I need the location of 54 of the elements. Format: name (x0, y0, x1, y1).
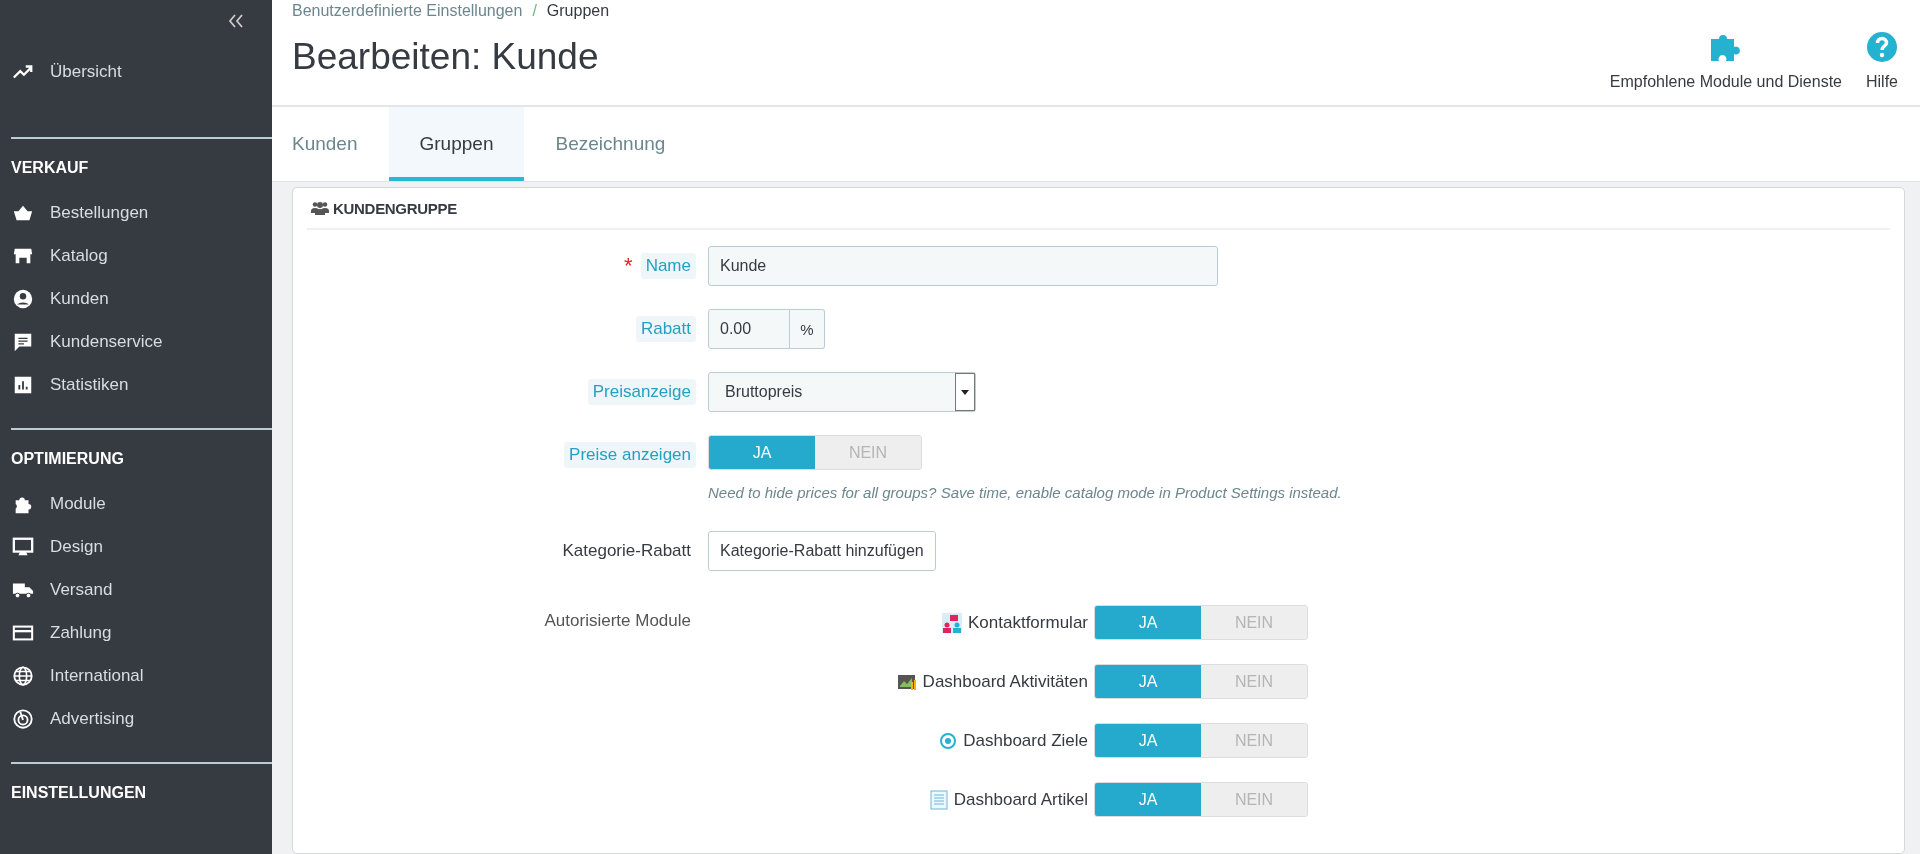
header-action-link[interactable]: Empfohlene Module und Dienste (1609, 29, 1842, 91)
sidebar-item[interactable]: Design (0, 525, 272, 568)
sidebar-item[interactable]: International (0, 654, 272, 697)
sidebar-item[interactable]: Versand (0, 568, 272, 611)
collapse-icon[interactable] (228, 14, 244, 28)
sidebar-item[interactable]: Katalog (0, 234, 272, 277)
sidebar-item[interactable]: Module (0, 482, 272, 525)
group-icon (311, 201, 329, 215)
module-name: Kontaktformular (968, 612, 1088, 633)
field-label: Name (640, 253, 696, 279)
target-icon (939, 731, 958, 750)
help-icon (1866, 31, 1898, 63)
user-icon (12, 287, 34, 310)
percent-addon: % (790, 309, 825, 349)
field-label: Rabatt (635, 316, 696, 342)
target-icon (12, 707, 34, 730)
sidebar-item[interactable]: Zahlung (0, 611, 272, 654)
sidebar-item[interactable]: Statistiken (0, 363, 272, 406)
sidebar-item[interactable]: Bestellungen (0, 191, 272, 234)
sidebar-item[interactable]: Kundenservice (0, 320, 272, 363)
caret-icon (961, 389, 969, 395)
tab[interactable]: Kunden (292, 107, 389, 181)
tab[interactable]: Bezeichnung (555, 107, 697, 181)
help-text: Need to hide prices for all groups? Save time, enable catalog mode in Product Settings instead. (708, 484, 1342, 501)
field-label: Autorisierte Module (543, 610, 692, 632)
sidebar-item[interactable]: Advertising (0, 697, 272, 740)
field-label: Kategorie-Rabatt (561, 540, 692, 562)
name-field[interactable]: Kunde (708, 246, 1218, 286)
required-mark: * (624, 253, 633, 279)
module-name: Dashboard Artikel (953, 789, 1088, 810)
monitor-icon (12, 535, 34, 558)
sidebar-item[interactable]: Übersicht (0, 50, 272, 93)
sidebar-item[interactable]: Kunden (0, 277, 272, 320)
globe-icon (12, 664, 34, 687)
section-heading: VERKAUF (10, 158, 90, 178)
price-display-dropdown[interactable]: Bruttopreis (708, 372, 976, 412)
section-heading: EINSTELLUNGEN (10, 783, 148, 803)
page-title: Bearbeiten: Kunde (292, 36, 600, 78)
chart-icon (896, 672, 917, 691)
add-discount-button[interactable]: Kategorie-Rabatt hinzufügen (708, 531, 936, 571)
breadcrumb-separator: / (532, 2, 537, 20)
module-name: Dashboard Aktivitäten (922, 671, 1088, 692)
tab[interactable]: Gruppen (388, 107, 525, 181)
discount-field[interactable]: 0.00 (708, 309, 790, 349)
list-icon (929, 789, 948, 810)
breadcrumb-link[interactable]: Gruppen (546, 2, 610, 20)
contact-icon (942, 612, 962, 633)
panel-title: KUNDENGRUPPE (333, 199, 457, 217)
breadcrumb-link[interactable]: Benutzerdefinierte Einstellungen (292, 2, 523, 20)
field-label: Preise anzeigen (564, 442, 696, 468)
field-label: Preisanzeige (587, 379, 696, 405)
module-name: Dashboard Ziele (963, 730, 1088, 751)
section-heading: OPTIMIERUNG (10, 449, 125, 469)
header-action-link[interactable]: Hilfe (1866, 31, 1898, 91)
